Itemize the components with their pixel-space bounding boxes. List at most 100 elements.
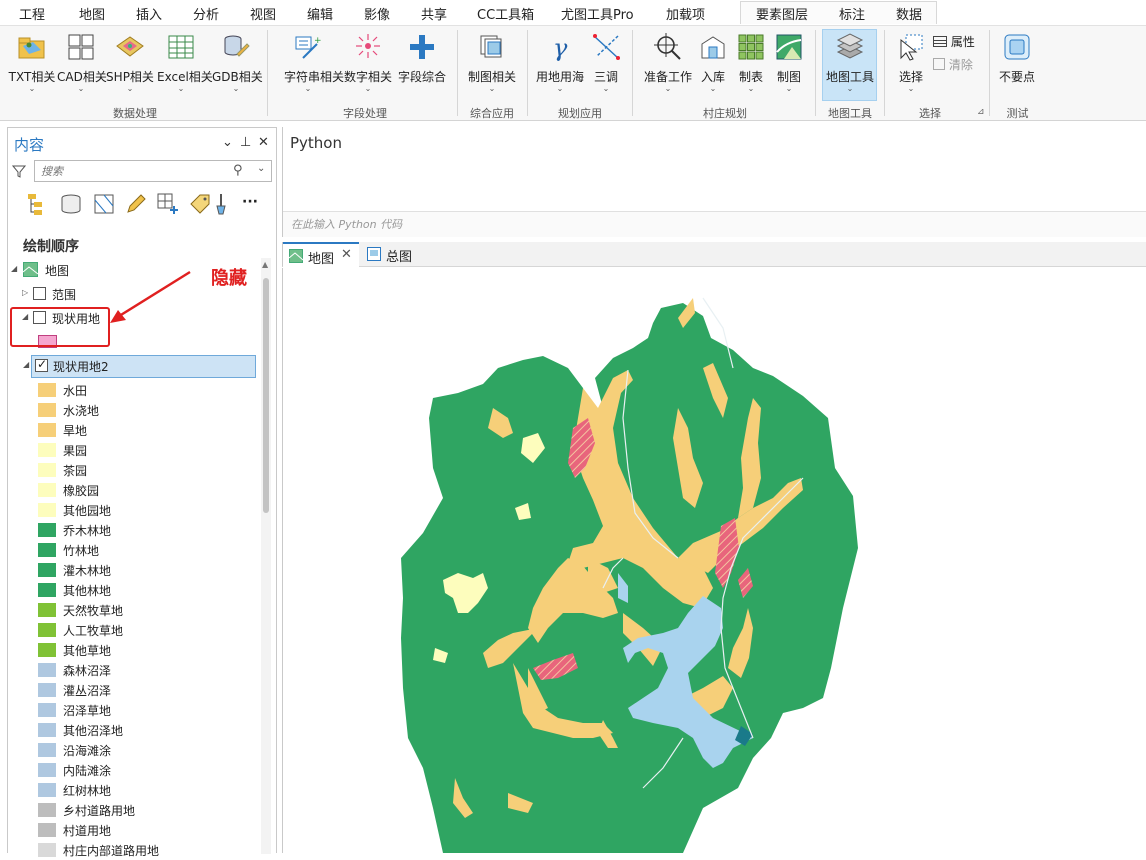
legend-swatch[interactable] — [38, 783, 56, 797]
map-canvas[interactable] — [282, 268, 1146, 853]
legend-swatch[interactable] — [38, 703, 56, 717]
tab-analysis[interactable]: 分析 — [193, 4, 219, 23]
shp-button[interactable]: SHP相关 ⌄ — [106, 30, 154, 94]
tab-map[interactable]: 地图 — [79, 4, 105, 23]
scrollbar[interactable]: ▲ — [261, 258, 271, 854]
tab-layout-view[interactable]: 总图 — [361, 242, 421, 267]
excel-button[interactable]: Excel相关 ⌄ — [157, 30, 213, 94]
python-input[interactable]: 在此输入 Python 代码 — [291, 216, 402, 232]
legend-swatch[interactable] — [38, 803, 56, 817]
collapsed-arrow-icon[interactable]: ▷ — [22, 288, 28, 297]
legend-swatch[interactable] — [38, 503, 56, 517]
legend-swatch[interactable] — [38, 603, 56, 617]
legend-swatch[interactable] — [38, 443, 56, 457]
more-options-icon[interactable]: ··· — [242, 194, 258, 210]
mapping-button[interactable]: 制图 ⌄ — [771, 30, 807, 94]
tab-imagery[interactable]: 影像 — [364, 4, 390, 23]
string-button[interactable]: + 字符串相关 ⌄ — [284, 30, 344, 94]
map-tools-button[interactable]: 地图工具 ⌄ — [826, 30, 874, 94]
close-icon[interactable]: ✕ — [258, 135, 269, 150]
search-input[interactable] — [41, 161, 221, 181]
legend-swatch[interactable] — [38, 763, 56, 777]
draw-order-icon[interactable] — [26, 192, 50, 216]
legend-swatch[interactable] — [38, 623, 56, 637]
label-tag-icon[interactable] — [188, 192, 212, 216]
legend-swatch[interactable] — [38, 483, 56, 497]
scroll-thumb[interactable] — [263, 278, 269, 513]
layer-visibility-checkbox[interactable] — [35, 357, 48, 372]
tab-addins[interactable]: 加载项 — [666, 4, 705, 23]
tabulate-button[interactable]: 制表 ⌄ — [733, 30, 769, 94]
search-icon[interactable]: ⚲ — [233, 163, 243, 178]
legend-swatch[interactable] — [38, 563, 56, 577]
field-combined-button[interactable]: 字段综合 — [398, 30, 446, 94]
cartography-button[interactable]: 制图相关 ⌄ — [468, 30, 516, 94]
legend-swatch[interactable] — [38, 463, 56, 477]
close-icon[interactable]: ✕ — [341, 247, 352, 262]
legend-swatch[interactable] — [38, 743, 56, 757]
tab-feature-layer[interactable]: 要素图层 — [756, 4, 808, 23]
tab-youtu-tools[interactable]: 尤图工具Pro — [561, 4, 634, 23]
tab-share[interactable]: 共享 — [421, 4, 447, 23]
snapping-icon[interactable] — [156, 192, 180, 216]
legend-swatch[interactable] — [38, 383, 56, 397]
layer-label: 范围 — [52, 288, 77, 302]
legend-swatch[interactable] — [38, 683, 56, 697]
tab-view[interactable]: 视图 — [250, 4, 276, 23]
legend-swatch[interactable] — [38, 543, 56, 557]
legend-label: 茶园 — [63, 464, 88, 478]
ribbon-separator — [632, 30, 633, 116]
dialog-launcher-icon[interactable]: ⊿ — [977, 107, 985, 117]
scroll-up-icon[interactable]: ▲ — [262, 260, 268, 269]
txt-button[interactable]: TXT相关 ⌄ — [9, 30, 55, 94]
paint-icon[interactable] — [214, 192, 228, 216]
tab-insert[interactable]: 插入 — [136, 4, 162, 23]
plus-icon — [410, 35, 434, 59]
clear-button[interactable]: 清除 — [933, 56, 973, 73]
clear-selection-icon — [933, 58, 945, 70]
cad-button[interactable]: CAD相关 ⌄ — [57, 30, 107, 94]
legend-swatch[interactable] — [38, 583, 56, 597]
tab-cc-toolbox[interactable]: CC工具箱 — [477, 4, 535, 28]
ribbon-separator — [527, 30, 528, 116]
edit-pencil-icon[interactable] — [124, 192, 148, 216]
legend-swatch[interactable] — [38, 643, 56, 657]
import-button[interactable]: 入库 ⌄ — [695, 30, 731, 94]
attributes-button[interactable]: 属性 — [933, 33, 975, 50]
number-button[interactable]: 数字相关 ⌄ — [344, 30, 392, 94]
select-button[interactable]: 选择 ⌄ — [893, 30, 929, 94]
legend-swatch[interactable] — [38, 843, 56, 857]
prepare-button[interactable]: 准备工作 ⌄ — [644, 30, 692, 94]
python-input-area[interactable]: 在此输入 Python 代码 — [283, 211, 1146, 237]
dont-click-button[interactable]: 不要点 — [999, 30, 1035, 94]
expanded-arrow-icon[interactable]: ◢ — [23, 360, 29, 369]
number-label: 数字相关 — [344, 70, 393, 84]
search-box[interactable]: ⚲ ⌄ — [34, 160, 272, 182]
layer-visibility-checkbox[interactable] — [33, 287, 46, 300]
tab-map-view[interactable]: 地图 ✕ — [283, 242, 359, 267]
chevron-down-icon: ⌄ — [232, 84, 240, 93]
tab-project[interactable]: 工程 — [19, 4, 45, 23]
land-sea-button[interactable]: γ 用地用海 ⌄ — [536, 30, 584, 94]
data-source-icon[interactable] — [59, 192, 83, 216]
pin-icon[interactable]: ⊥ — [240, 135, 251, 150]
filter-icon[interactable] — [12, 164, 26, 178]
selection-list-icon[interactable] — [92, 192, 116, 216]
tab-data[interactable]: 数据 — [896, 4, 922, 23]
legend-swatch[interactable] — [38, 723, 56, 737]
tab-edit[interactable]: 编辑 — [307, 4, 333, 23]
tree-layer-current-land2[interactable]: ◢ 现状用地2 — [23, 355, 256, 378]
legend-swatch[interactable] — [38, 663, 56, 677]
legend-swatch[interactable] — [38, 823, 56, 837]
search-dropdown-icon[interactable]: ⌄ — [257, 163, 265, 174]
gdb-button[interactable]: GDB相关 ⌄ — [212, 30, 263, 94]
legend-swatch[interactable] — [38, 523, 56, 537]
legend-swatch[interactable] — [38, 423, 56, 437]
draw-order-title: 绘制顺序 — [23, 239, 79, 255]
expanded-arrow-icon[interactable]: ◢ — [11, 264, 17, 273]
chevron-down-icon: ⌄ — [602, 84, 610, 93]
pane-menu-icon[interactable]: ⌄ — [222, 135, 233, 150]
tab-labeling[interactable]: 标注 — [839, 4, 865, 23]
survey-button[interactable]: 三调 ⌄ — [588, 30, 624, 94]
legend-swatch[interactable] — [38, 403, 56, 417]
